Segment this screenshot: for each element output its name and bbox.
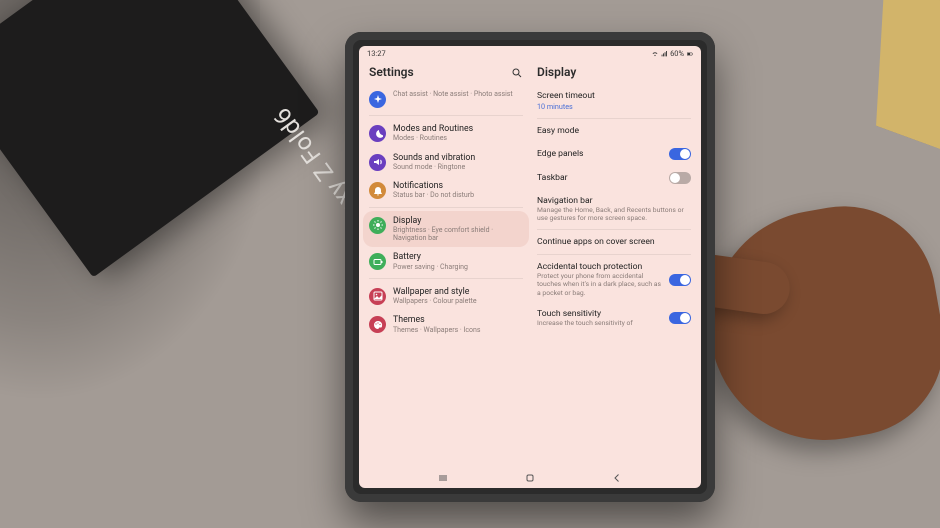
settings-item-battery[interactable]: BatteryPower saving · Charging [369,247,523,276]
settings-item-title: Themes [393,315,481,325]
row-label: Edge panels [537,149,584,159]
settings-item-subtitle: Themes · Wallpapers · Icons [393,326,481,334]
settings-item-title: Display [393,216,523,226]
row-label: Screen timeout [537,91,595,101]
row-label: Touch sensitivity [537,309,633,319]
sound-icon [369,154,386,171]
nav-recents-button[interactable] [437,472,449,484]
device-screen: 13:27 60% Settings Chat assist · Not [359,46,701,488]
settings-item-notifications[interactable]: NotificationsStatus bar · Do not disturb [369,176,523,205]
display-detail-pane: Display Screen timeout10 minutes Easy mod… [531,59,701,470]
sparkle-icon [369,91,386,108]
display-row-touch-sensitivity[interactable]: Touch sensitivityIncrease the touch sens… [537,303,691,333]
row-subtitle: Protect your phone from accidental touch… [537,272,661,296]
settings-item-wallpaper-and-style[interactable]: Wallpaper and styleWallpapers · Colour p… [369,282,523,311]
hand [692,192,940,458]
divider [537,118,691,119]
display-title: Display [537,61,691,85]
display-row-screen-timeout[interactable]: Screen timeout10 minutes [537,85,691,117]
settings-item-title: Notifications [393,181,474,191]
wifi-icon [652,51,658,57]
display-row-accidental-touch-protection[interactable]: Accidental touch protectionProtect your … [537,256,691,302]
row-label: Easy mode [537,126,579,136]
settings-item-title: Modes and Routines [393,124,473,134]
battery-icon [687,51,693,57]
status-bar: 13:27 60% [359,46,701,59]
divider [369,278,523,279]
sun-icon [369,217,386,234]
row-label: Continue apps on cover screen [537,237,655,247]
nav-back-button[interactable] [611,472,623,484]
settings-item-subtitle: Status bar · Do not disturb [393,191,474,199]
settings-item-display[interactable]: DisplayBrightness · Eye comfort shield ·… [363,211,529,248]
settings-title: Settings [369,61,414,85]
divider [537,254,691,255]
settings-item-title: Sounds and vibration [393,153,475,163]
settings-item-modes-and-routines[interactable]: Modes and RoutinesModes · Routines [369,119,523,148]
settings-item-subtitle: Power saving · Charging [393,263,468,271]
row-subtitle: Manage the Home, Back, and Recents butto… [537,206,691,222]
search-icon[interactable] [511,67,523,79]
display-row-continue-apps-on-cover-screen[interactable]: Continue apps on cover screen [537,231,691,253]
settings-item-advanced[interactable]: Chat assist · Note assist · Photo assist [369,85,523,113]
settings-item-themes[interactable]: ThemesThemes · Wallpapers · Icons [369,310,523,339]
navigation-bar [359,470,701,488]
settings-item-subtitle: Sound mode · Ringtone [393,163,475,171]
palette-icon [369,316,386,333]
settings-list-pane: Settings Chat assist · Note assist · Pho… [359,59,531,470]
row-value: 10 minutes [537,102,595,111]
nav-home-button[interactable] [524,472,536,484]
divider [537,229,691,230]
toggle-accidental-touch-protection[interactable] [669,274,691,286]
image-icon [369,288,386,305]
battery-icon [369,253,386,270]
settings-item-subtitle: Wallpapers · Colour palette [393,297,477,305]
split-panes: Settings Chat assist · Note assist · Pho… [359,59,701,470]
display-row-edge-panels[interactable]: Edge panels [537,142,691,166]
bell-icon [369,182,386,199]
settings-item-subtitle: Chat assist · Note assist · Photo assist [393,90,513,98]
settings-item-subtitle: Modes · Routines [393,134,473,142]
toggle-edge-panels[interactable] [669,148,691,160]
signal-icon [661,51,667,57]
toggle-touch-sensitivity[interactable] [669,312,691,324]
row-subtitle: Increase the touch sensitivity of [537,319,633,327]
device-frame: 13:27 60% Settings Chat assist · Not [345,32,715,502]
settings-item-title: Battery [393,252,468,262]
divider [369,115,523,116]
display-row-navigation-bar[interactable]: Navigation barManage the Home, Back, and… [537,190,691,228]
row-label: Taskbar [537,173,568,183]
moon-icon [369,125,386,142]
toggle-taskbar[interactable] [669,172,691,184]
settings-item-sounds-and-vibration[interactable]: Sounds and vibrationSound mode · Rington… [369,148,523,177]
wooden-prop [810,0,940,150]
divider [369,207,523,208]
row-label: Accidental touch protection [537,262,661,272]
battery-percent: 60% [670,49,684,58]
display-row-easy-mode[interactable]: Easy mode [537,120,691,142]
status-time: 13:27 [367,49,386,58]
display-row-taskbar[interactable]: Taskbar [537,166,691,190]
settings-item-subtitle: Brightness · Eye comfort shield · Naviga… [393,226,523,243]
row-label: Navigation bar [537,196,691,206]
settings-item-title: Wallpaper and style [393,287,477,297]
